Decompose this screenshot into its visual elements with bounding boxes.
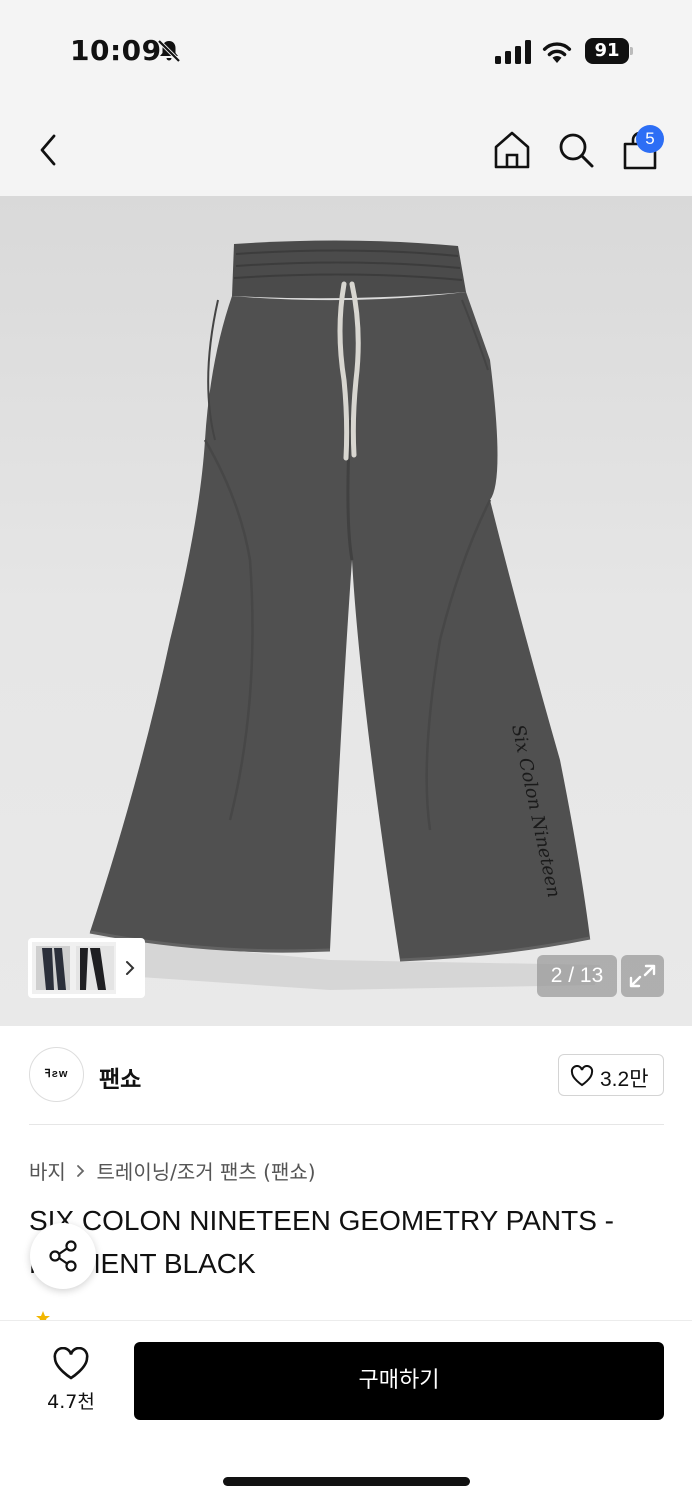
heart-outline-icon: [570, 1065, 594, 1087]
brand-logo[interactable]: ꟻƨw: [29, 1047, 84, 1102]
status-time: 10:09: [70, 34, 162, 67]
share-icon: [49, 1240, 77, 1272]
brand-like-button[interactable]: 3.2만: [558, 1054, 664, 1096]
product-like-count: 4.7천: [47, 1391, 95, 1413]
expand-icon: [629, 964, 656, 988]
home-icon[interactable]: [490, 128, 534, 172]
bell-slash-icon: [157, 39, 181, 63]
search-icon[interactable]: [555, 128, 597, 172]
wifi-icon: [542, 42, 572, 63]
thumbnail-image[interactable]: [32, 942, 116, 994]
breadcrumb-subcategory[interactable]: 트레이닝/조거 팬츠 (팬쇼): [97, 1160, 316, 1184]
chevron-right-icon[interactable]: [122, 958, 138, 978]
home-indicator: [223, 1477, 470, 1486]
product-like-button[interactable]: 4.7천: [36, 1347, 106, 1417]
battery-level: 91: [585, 38, 629, 64]
battery-icon: 91: [585, 38, 633, 64]
cart-count-badge: 5: [636, 125, 664, 153]
product-image-gallery[interactable]: Six Colon Nineteen 2 / 13: [0, 196, 692, 1026]
status-bar: 10:09 91: [0, 0, 692, 100]
section-divider: [29, 1124, 664, 1125]
brand-name[interactable]: 팬쇼: [99, 1060, 141, 1094]
heart-outline-icon: [53, 1347, 89, 1380]
expand-button[interactable]: [621, 955, 664, 997]
brand-row: ꟻƨw 팬쇼 3.2만: [0, 1026, 692, 1126]
breadcrumb: 바지 트레이닝/조거 팬츠 (팬쇼): [29, 1156, 316, 1185]
cellular-signal-icon: [495, 40, 531, 64]
bottom-action-bar: 4.7천 구매하기: [0, 1320, 692, 1500]
buy-button[interactable]: 구매하기: [134, 1342, 664, 1420]
breadcrumb-category[interactable]: 바지: [29, 1160, 66, 1184]
product-image: Six Colon Nineteen: [89, 240, 600, 990]
brand-like-count: 3.2만: [600, 1068, 649, 1091]
battery-tip: [630, 47, 633, 55]
product-title: SIX COLON NINETEEN GEOMETRY PANTS - PIGM…: [29, 1205, 614, 1279]
image-page-indicator: 2 / 13: [537, 955, 617, 997]
chevron-right-icon: [77, 1164, 85, 1177]
share-button[interactable]: [30, 1223, 96, 1289]
top-nav-bar: [0, 100, 692, 196]
back-chevron-icon[interactable]: [30, 130, 66, 170]
